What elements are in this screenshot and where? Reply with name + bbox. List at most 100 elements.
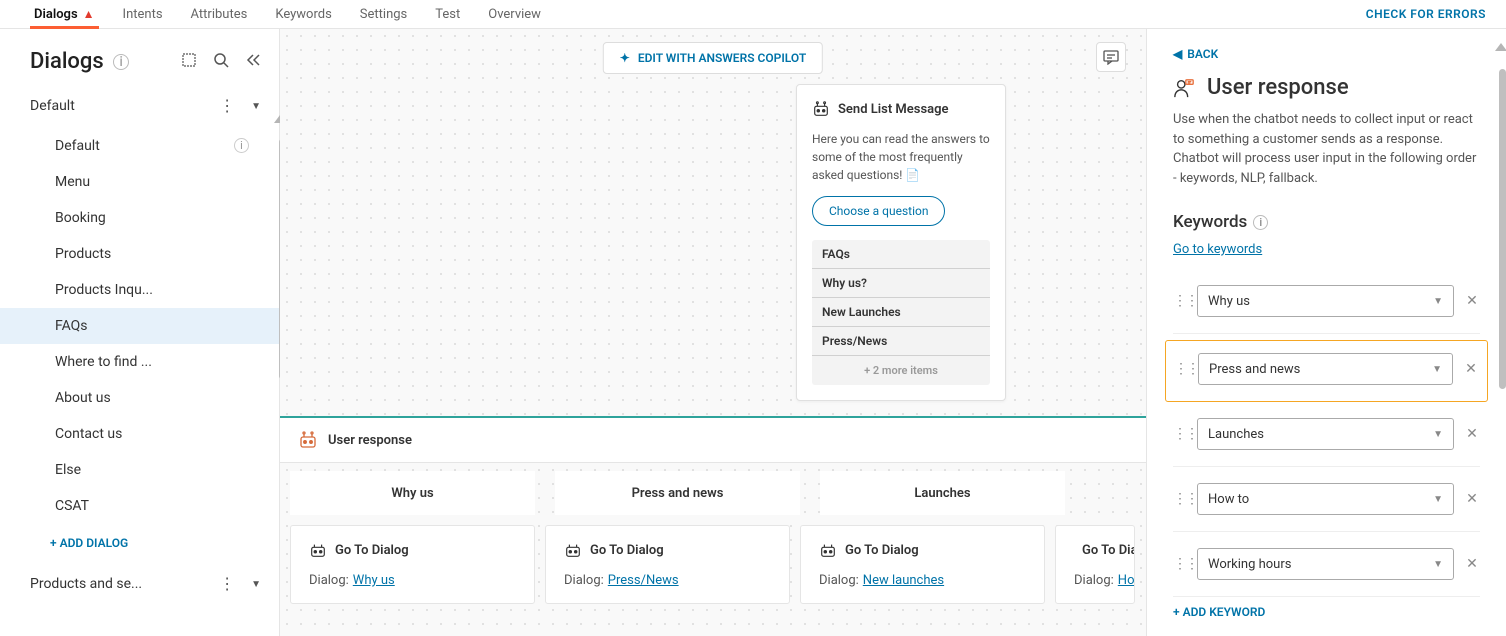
user-response-band: User response Why us Press and news Laun…: [280, 416, 1146, 614]
tab-keywords[interactable]: Keywords: [271, 1, 335, 28]
bot-icon: [564, 541, 582, 559]
delete-icon[interactable]: ✕: [1464, 556, 1480, 572]
delete-icon[interactable]: ✕: [1464, 491, 1480, 507]
delete-icon[interactable]: ✕: [1464, 426, 1480, 442]
sparkle-icon: ✦: [620, 51, 630, 65]
search-icon[interactable]: [213, 52, 229, 72]
tree-item-faqs[interactable]: FAQs: [0, 308, 279, 344]
scrollbar-thumb[interactable]: [1499, 69, 1506, 389]
delete-icon[interactable]: ✕: [1463, 361, 1479, 377]
tree-item-default[interactable]: Defaulti: [0, 128, 279, 164]
info-icon[interactable]: i: [1253, 215, 1268, 230]
chevron-down-icon: ▼: [1433, 296, 1443, 307]
canvas[interactable]: ✦ EDIT WITH ANSWERS COPILOT Send List Me…: [280, 29, 1146, 636]
keyword-select[interactable]: Why us▼: [1197, 285, 1454, 317]
keyword-row: ⋮⋮ Launches▼ ✕: [1173, 408, 1480, 467]
tab-attributes[interactable]: Attributes: [187, 1, 252, 28]
group-default[interactable]: Default ⋮▼: [0, 84, 279, 128]
back-button[interactable]: ◀ BACK: [1173, 47, 1480, 61]
keyword-select[interactable]: How to▼: [1197, 483, 1454, 515]
keyword-row: ⋮⋮ Why us▼ ✕: [1173, 275, 1480, 334]
right-panel: ◀ BACK User response Use when the chatbo…: [1146, 29, 1506, 636]
check-errors-button[interactable]: CHECK FOR ERRORS: [1366, 7, 1486, 21]
tab-intents[interactable]: Intents: [119, 1, 167, 28]
edit-copilot-button[interactable]: ✦ EDIT WITH ANSWERS COPILOT: [603, 42, 823, 74]
drag-handle-icon[interactable]: ⋮⋮: [1173, 426, 1187, 442]
card-text: Here you can read the answers to some of…: [812, 130, 990, 184]
list-item[interactable]: FAQs: [812, 240, 990, 269]
panel-description: Use when the chatbot needs to collect in…: [1173, 110, 1480, 188]
chevron-left-icon: ◀: [1173, 47, 1182, 61]
bot-icon: [298, 430, 318, 450]
chevron-down-icon: ▼: [1433, 494, 1443, 505]
top-nav: Dialogs▲ Intents Attributes Keywords Set…: [0, 0, 1506, 29]
choose-question-button[interactable]: Choose a question: [812, 196, 945, 226]
keyword-select[interactable]: Working hours▼: [1197, 548, 1454, 580]
tab-overview[interactable]: Overview: [484, 1, 545, 28]
dialog-link[interactable]: Why us: [353, 573, 395, 588]
list-item[interactable]: Why us?: [812, 269, 990, 298]
tree-item-about[interactable]: About us: [0, 380, 279, 416]
go-dialog-card[interactable]: Go To Dialog Dialog:Why us: [290, 525, 535, 604]
tree-item-booking[interactable]: Booking: [0, 200, 279, 236]
dialog-link[interactable]: Press/News: [608, 573, 679, 588]
dialog-link[interactable]: New launches: [863, 573, 944, 588]
go-dialog-card[interactable]: Go To Dialog Dialog:Press/News: [545, 525, 790, 604]
tree-item-menu[interactable]: Menu: [0, 164, 279, 200]
chevron-down-icon[interactable]: ▼: [251, 101, 261, 112]
tree-item-csat[interactable]: CSAT: [0, 488, 279, 524]
list-item[interactable]: New Launches: [812, 298, 990, 327]
more-items-label[interactable]: + 2 more items: [812, 356, 990, 385]
info-icon[interactable]: i: [234, 138, 249, 153]
bot-icon: [309, 541, 327, 559]
main-layout: Dialogs i Default ⋮▼ Defaulti: [0, 29, 1506, 636]
go-to-keywords-link[interactable]: Go to keywords: [1173, 242, 1262, 257]
keyword-select[interactable]: Launches▼: [1197, 418, 1454, 450]
tree-item-where[interactable]: Where to find ...: [0, 344, 279, 380]
drag-handle-icon[interactable]: ⋮⋮: [1173, 491, 1187, 507]
list-item[interactable]: Press/News: [812, 327, 990, 356]
user-response-icon: [1173, 77, 1195, 99]
tree-item-products[interactable]: Products: [0, 236, 279, 272]
keyword-row: ⋮⋮ How to▼ ✕: [1173, 473, 1480, 532]
tree-item-else[interactable]: Else: [0, 452, 279, 488]
drag-handle-icon[interactable]: ⋮⋮: [1173, 293, 1187, 309]
expand-all-icon[interactable]: [181, 52, 197, 72]
tab-test[interactable]: Test: [431, 1, 464, 28]
bot-icon: [819, 541, 837, 559]
tree-item-products-inqu[interactable]: Products Inqu...: [0, 272, 279, 308]
drag-handle-icon[interactable]: ⋮⋮: [1173, 556, 1187, 572]
card-items: FAQs Why us? New Launches Press/News + 2…: [812, 240, 990, 385]
group-products-se[interactable]: Products and se... ⋮▼: [0, 562, 279, 606]
chevron-down-icon: ▼: [1433, 429, 1443, 440]
tree-item-contact[interactable]: Contact us: [0, 416, 279, 452]
warning-icon: ▲: [83, 7, 95, 21]
keyword-select[interactable]: Press and news▼: [1198, 353, 1453, 385]
go-dialog-card[interactable]: Go To Dialog Dialog:How: [1055, 525, 1135, 604]
keyword-row-highlighted: ⋮⋮ Press and news▼ ✕: [1165, 340, 1488, 402]
tab-dialogs[interactable]: Dialogs▲: [30, 1, 99, 28]
response-tab-launches[interactable]: Launches: [820, 471, 1065, 515]
keywords-heading: Keywords i: [1173, 212, 1480, 232]
chevron-down-icon: ▼: [1433, 559, 1443, 570]
dialog-link[interactable]: How: [1118, 573, 1135, 588]
response-tab-whyus[interactable]: Why us: [290, 471, 535, 515]
info-icon[interactable]: i: [113, 54, 129, 70]
add-dialog-button[interactable]: + ADD DIALOG: [0, 524, 279, 562]
keyword-row: ⋮⋮ Working hours▼ ✕: [1173, 538, 1480, 597]
chat-icon[interactable]: [1096, 42, 1126, 72]
user-response-header[interactable]: User response: [280, 416, 1146, 463]
send-list-card[interactable]: Send List Message Here you can read the …: [796, 84, 1006, 401]
sidebar-title: Dialogs i: [30, 49, 129, 74]
add-keyword-button[interactable]: + ADD KEYWORD: [1173, 605, 1480, 619]
go-dialog-card[interactable]: Go To Dialog Dialog:New launches: [800, 525, 1045, 604]
card-title: Send List Message: [838, 102, 949, 117]
chevron-down-icon[interactable]: ▼: [251, 579, 261, 590]
response-tab-press[interactable]: Press and news: [555, 471, 800, 515]
tab-settings[interactable]: Settings: [356, 1, 411, 28]
collapse-icon[interactable]: [245, 52, 261, 72]
drag-handle-icon[interactable]: ⋮⋮: [1174, 361, 1188, 377]
sidebar: Dialogs i Default ⋮▼ Defaulti: [0, 29, 280, 636]
delete-icon[interactable]: ✕: [1464, 293, 1480, 309]
panel-title: User response: [1207, 75, 1349, 100]
